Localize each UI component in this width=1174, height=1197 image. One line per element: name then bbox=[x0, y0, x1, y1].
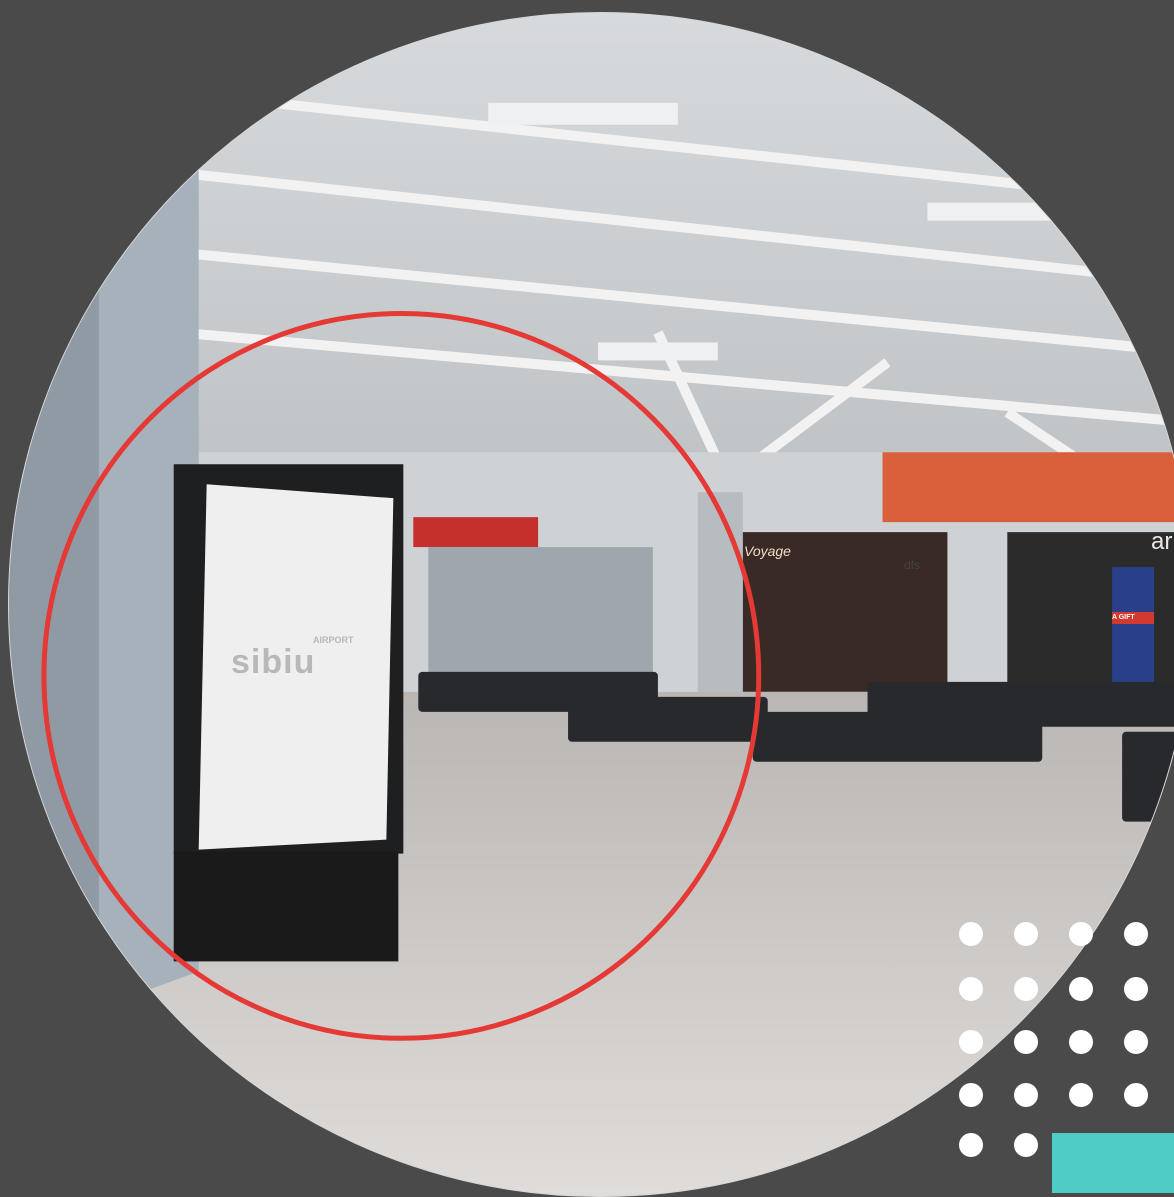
dot bbox=[1014, 1133, 1038, 1157]
dot bbox=[1014, 1083, 1038, 1107]
column bbox=[697, 492, 743, 702]
red-sign bbox=[413, 517, 539, 548]
dot bbox=[1069, 1083, 1093, 1107]
dot bbox=[1124, 1030, 1148, 1054]
window-glass bbox=[428, 547, 653, 677]
dot bbox=[959, 1133, 983, 1157]
logo-sub: AIRPORT bbox=[313, 635, 354, 645]
dot bbox=[959, 922, 983, 946]
dot bbox=[1014, 1030, 1038, 1054]
sibiu-logo: sibiu AIRPORT bbox=[231, 635, 354, 682]
dot bbox=[1124, 1083, 1148, 1107]
gift-poster-text: A GIFT bbox=[1112, 614, 1135, 621]
dot bbox=[1069, 977, 1093, 1001]
dot bbox=[1014, 977, 1038, 1001]
airport-terminal-photo bbox=[9, 13, 1174, 1196]
dot bbox=[1069, 922, 1093, 946]
store-sign-dfs: dfs bbox=[904, 558, 921, 572]
dot bbox=[959, 1083, 983, 1107]
gift-poster-panel bbox=[1112, 567, 1155, 687]
accent-block bbox=[1052, 1133, 1174, 1193]
logo-word: sibiu bbox=[231, 643, 316, 681]
photo-circle: sibiu AIRPORT ar Voyage dfs A GIFT bbox=[8, 12, 1174, 1197]
kiosk-base bbox=[173, 851, 399, 962]
dot bbox=[959, 977, 983, 1001]
dot bbox=[1069, 1030, 1093, 1054]
dot bbox=[1124, 922, 1148, 946]
dot bbox=[1124, 977, 1148, 1001]
store-sign-voyage: Voyage bbox=[744, 543, 791, 559]
dot bbox=[959, 1030, 983, 1054]
orange-wall bbox=[882, 452, 1174, 523]
left-wall-shade bbox=[9, 13, 99, 1042]
store-sign-ar: ar bbox=[1151, 528, 1173, 555]
dot bbox=[1014, 922, 1038, 946]
